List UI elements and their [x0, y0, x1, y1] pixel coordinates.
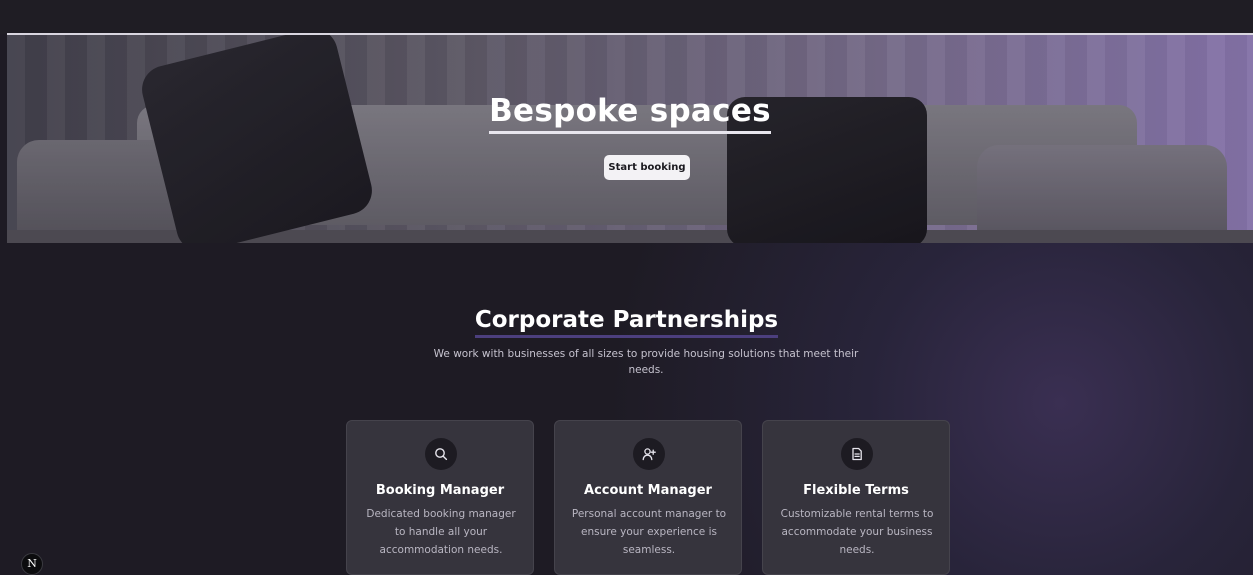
section-title-text: Corporate Partnerships — [474, 307, 779, 338]
card-description: Dedicated booking manager to handle all … — [366, 508, 516, 556]
section-subtitle: We work with businesses of all sizes to … — [433, 348, 859, 376]
card-title: Booking Manager — [375, 483, 505, 498]
card-account-manager: Account Manager Personal account manager… — [554, 420, 742, 575]
search-icon — [425, 438, 457, 470]
card-description: Personal account manager to ensure your … — [571, 508, 727, 556]
corporate-partnerships-section: Corporate Partnerships We work with busi… — [0, 243, 1253, 575]
hero-title-text: Bespoke spaces — [489, 93, 771, 134]
nextjs-dev-badge[interactable]: N — [21, 553, 43, 575]
section-title: Corporate Partnerships — [0, 307, 1253, 338]
card-flexible-terms: Flexible Terms Customizable rental terms… — [762, 420, 950, 575]
card-title: Account Manager — [584, 483, 712, 498]
card-title: Flexible Terms — [803, 483, 909, 498]
start-booking-button[interactable]: Start booking — [604, 155, 690, 180]
hero-banner: Bespoke spaces Start booking — [7, 33, 1253, 243]
card-booking-manager: Booking Manager Dedicated booking manage… — [346, 420, 534, 575]
hero-overlay — [7, 35, 1253, 243]
top-bar — [0, 0, 1253, 34]
card-description: Customizable rental terms to accommodate… — [780, 508, 934, 556]
hero-title: Bespoke spaces — [7, 93, 1253, 134]
user-plus-icon — [633, 438, 665, 470]
document-icon — [841, 438, 873, 470]
